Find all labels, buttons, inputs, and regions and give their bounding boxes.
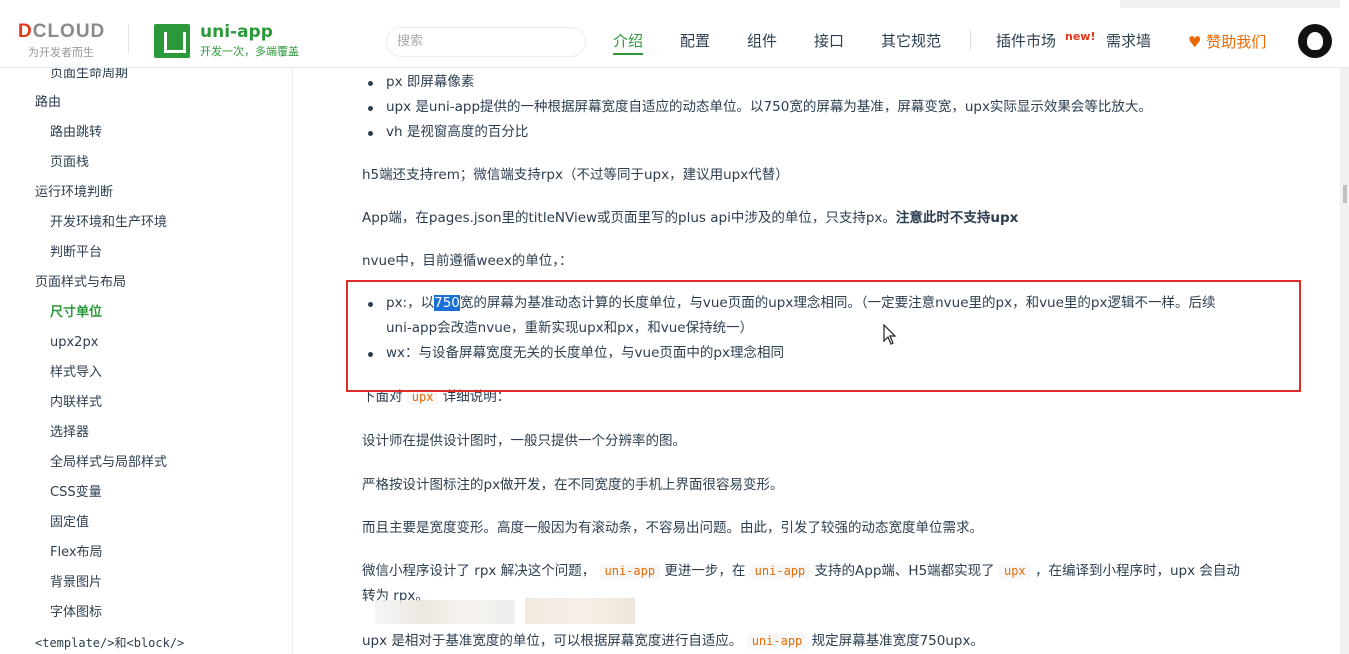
- sidebar-item-page-style[interactable]: 页面样式与布局: [35, 274, 126, 292]
- sidebar-item-fixed-value[interactable]: 固定值: [50, 514, 89, 532]
- para-app-px-text: App端，在pages.json里的titleNView或页面里写的plus a…: [362, 210, 896, 226]
- red-highlight-box: [346, 280, 1301, 392]
- sidebar-item-platform-check[interactable]: 判断平台: [50, 244, 102, 262]
- sidebar: 页面生命周期 路由 路由跳转 页面栈 运行环境判断 开发环境和生产环境 判断平台…: [0, 68, 293, 654]
- dcloud-slogan: 为开发者而生: [28, 46, 94, 59]
- sidebar-item-page-lifecycle[interactable]: 页面生命周期: [50, 68, 128, 83]
- para-strict-px: 严格按设计图标注的px做开发，在不同宽度的手机上界面很容易变形。: [362, 477, 784, 493]
- dcloud-logo-text: CLOUD: [32, 21, 106, 42]
- inline-code-uniapp: uni-app: [749, 563, 811, 579]
- sidebar-item-page-stack[interactable]: 页面栈: [50, 154, 89, 172]
- sidebar-item-routing[interactable]: 路由: [35, 94, 61, 112]
- para-designer: 设计师在提供设计图时，一般只提供一个分辨率的图。: [362, 433, 686, 449]
- blurred-overlay: [525, 598, 635, 624]
- nav-divider: [970, 30, 971, 50]
- para-rpx-d: ，在编译到小程序时，upx 会自动: [1034, 563, 1240, 579]
- sidebar-item-inline-style[interactable]: 内联样式: [50, 394, 102, 412]
- new-badge: new!: [1065, 30, 1096, 43]
- bullet-vh: vh 是视窗高度的百分比: [386, 124, 529, 140]
- sidebar-item-route-jump[interactable]: 路由跳转: [50, 124, 102, 142]
- inline-code-uniapp: uni-app: [746, 633, 808, 649]
- uni-app-slogan: 开发一次，多端覆盖: [200, 45, 299, 58]
- para-h5-rem: h5端还支持rem；微信端支持rpx（不过等同于upx，建议用upx代替）: [362, 167, 789, 183]
- nav-components[interactable]: 组件: [747, 31, 777, 51]
- github-icon[interactable]: [1298, 24, 1332, 58]
- para-upx-base-b: 规定屏幕基准宽度750upx。: [811, 633, 984, 649]
- blurred-overlay: [375, 600, 515, 624]
- sidebar-item-global-local-style[interactable]: 全局样式与局部样式: [50, 454, 167, 472]
- dcloud-logo-d: D: [18, 21, 33, 42]
- mouse-cursor-icon: [883, 324, 897, 345]
- inline-code-uniapp: uni-app: [599, 563, 661, 579]
- sidebar-item-template-block[interactable]: <template/>和<block/>: [35, 634, 184, 652]
- para-upx-base-a: upx 是相对于基准宽度的单位，可以根据屏幕宽度进行自适应。: [362, 633, 743, 649]
- search-input[interactable]: 搜索: [386, 27, 586, 57]
- para-app-px-note: 注意此时不支持upx: [895, 210, 1019, 226]
- sidebar-item-env-check[interactable]: 运行环境判断: [35, 184, 113, 202]
- nav-intro[interactable]: 介绍: [613, 31, 644, 55]
- uni-app-logo-icon[interactable]: [154, 24, 190, 58]
- bullet-dot: [368, 106, 373, 111]
- bullet-dot: [368, 131, 373, 136]
- uni-app-brand[interactable]: uni-app 开发一次，多端覆盖: [200, 22, 299, 59]
- nav-plugin-market[interactable]: 插件市场: [996, 31, 1056, 51]
- top-header: DCLOUD 为开发者而生 uni-app 开发一次，多端覆盖 搜索 介绍 配置…: [0, 0, 1349, 68]
- sidebar-item-css-vars[interactable]: CSS变量: [50, 484, 102, 502]
- bullet-px: px 即屏幕像素: [386, 74, 475, 90]
- overlay-strip: [1120, 0, 1340, 8]
- sidebar-item-style-import[interactable]: 样式导入: [50, 364, 102, 382]
- sidebar-item-flex[interactable]: Flex布局: [50, 544, 103, 562]
- para-rpx-c: 支持的App端、H5端都实现了: [814, 563, 995, 579]
- para-rpx-b: 更进一步，在: [664, 563, 746, 579]
- para-width-deform: 而且主要是宽度变形。高度一般因为有滚动条，不容易出问题。由此，引发了较强的动态宽…: [362, 520, 983, 536]
- nav-api[interactable]: 接口: [814, 31, 844, 51]
- bullet-upx: upx 是uni-app提供的一种根据屏幕宽度自适应的动态单位。以750宽的屏幕…: [386, 99, 1152, 115]
- scrollbar-thumb[interactable]: [1343, 185, 1347, 203]
- para-nvue-unit: nvue中，目前遵循weex的单位，：: [362, 253, 573, 269]
- nav-requirements[interactable]: 需求墙: [1106, 31, 1151, 51]
- para-upx-base: upx 是相对于基准宽度的单位，可以根据屏幕宽度进行自适应。 uni-app 规…: [362, 631, 984, 651]
- sidebar-item-bg-image[interactable]: 背景图片: [50, 574, 102, 592]
- bullet-dot: [368, 81, 373, 86]
- sidebar-item-selector[interactable]: 选择器: [50, 424, 89, 442]
- sidebar-item-upx2px[interactable]: upx2px: [50, 334, 98, 352]
- sidebar-item-font-icon[interactable]: 字体图标: [50, 604, 102, 622]
- para-app-px: App端，在pages.json里的titleNView或页面里写的plus a…: [362, 208, 1018, 228]
- inline-code-upx: upx: [998, 563, 1031, 579]
- sidebar-item-dev-prod-env[interactable]: 开发环境和生产环境: [50, 214, 167, 232]
- nav-config[interactable]: 配置: [680, 31, 710, 51]
- para-rpx-a: 微信小程序设计了 rpx 解决这个问题，: [362, 563, 596, 579]
- scrollbar[interactable]: [1340, 68, 1349, 654]
- dcloud-logo[interactable]: DCLOUD 为开发者而生: [18, 22, 105, 60]
- para-rpx: 微信小程序设计了 rpx 解决这个问题， uni-app 更进一步，在 uni-…: [362, 561, 1240, 581]
- logo-divider: [128, 24, 129, 54]
- sidebar-item-size-unit[interactable]: 尺寸单位: [50, 304, 102, 322]
- uni-app-title: uni-app: [200, 22, 273, 42]
- sponsor-link[interactable]: ♥ 赞助我们: [1188, 31, 1266, 52]
- nav-other-specs[interactable]: 其它规范: [881, 31, 941, 51]
